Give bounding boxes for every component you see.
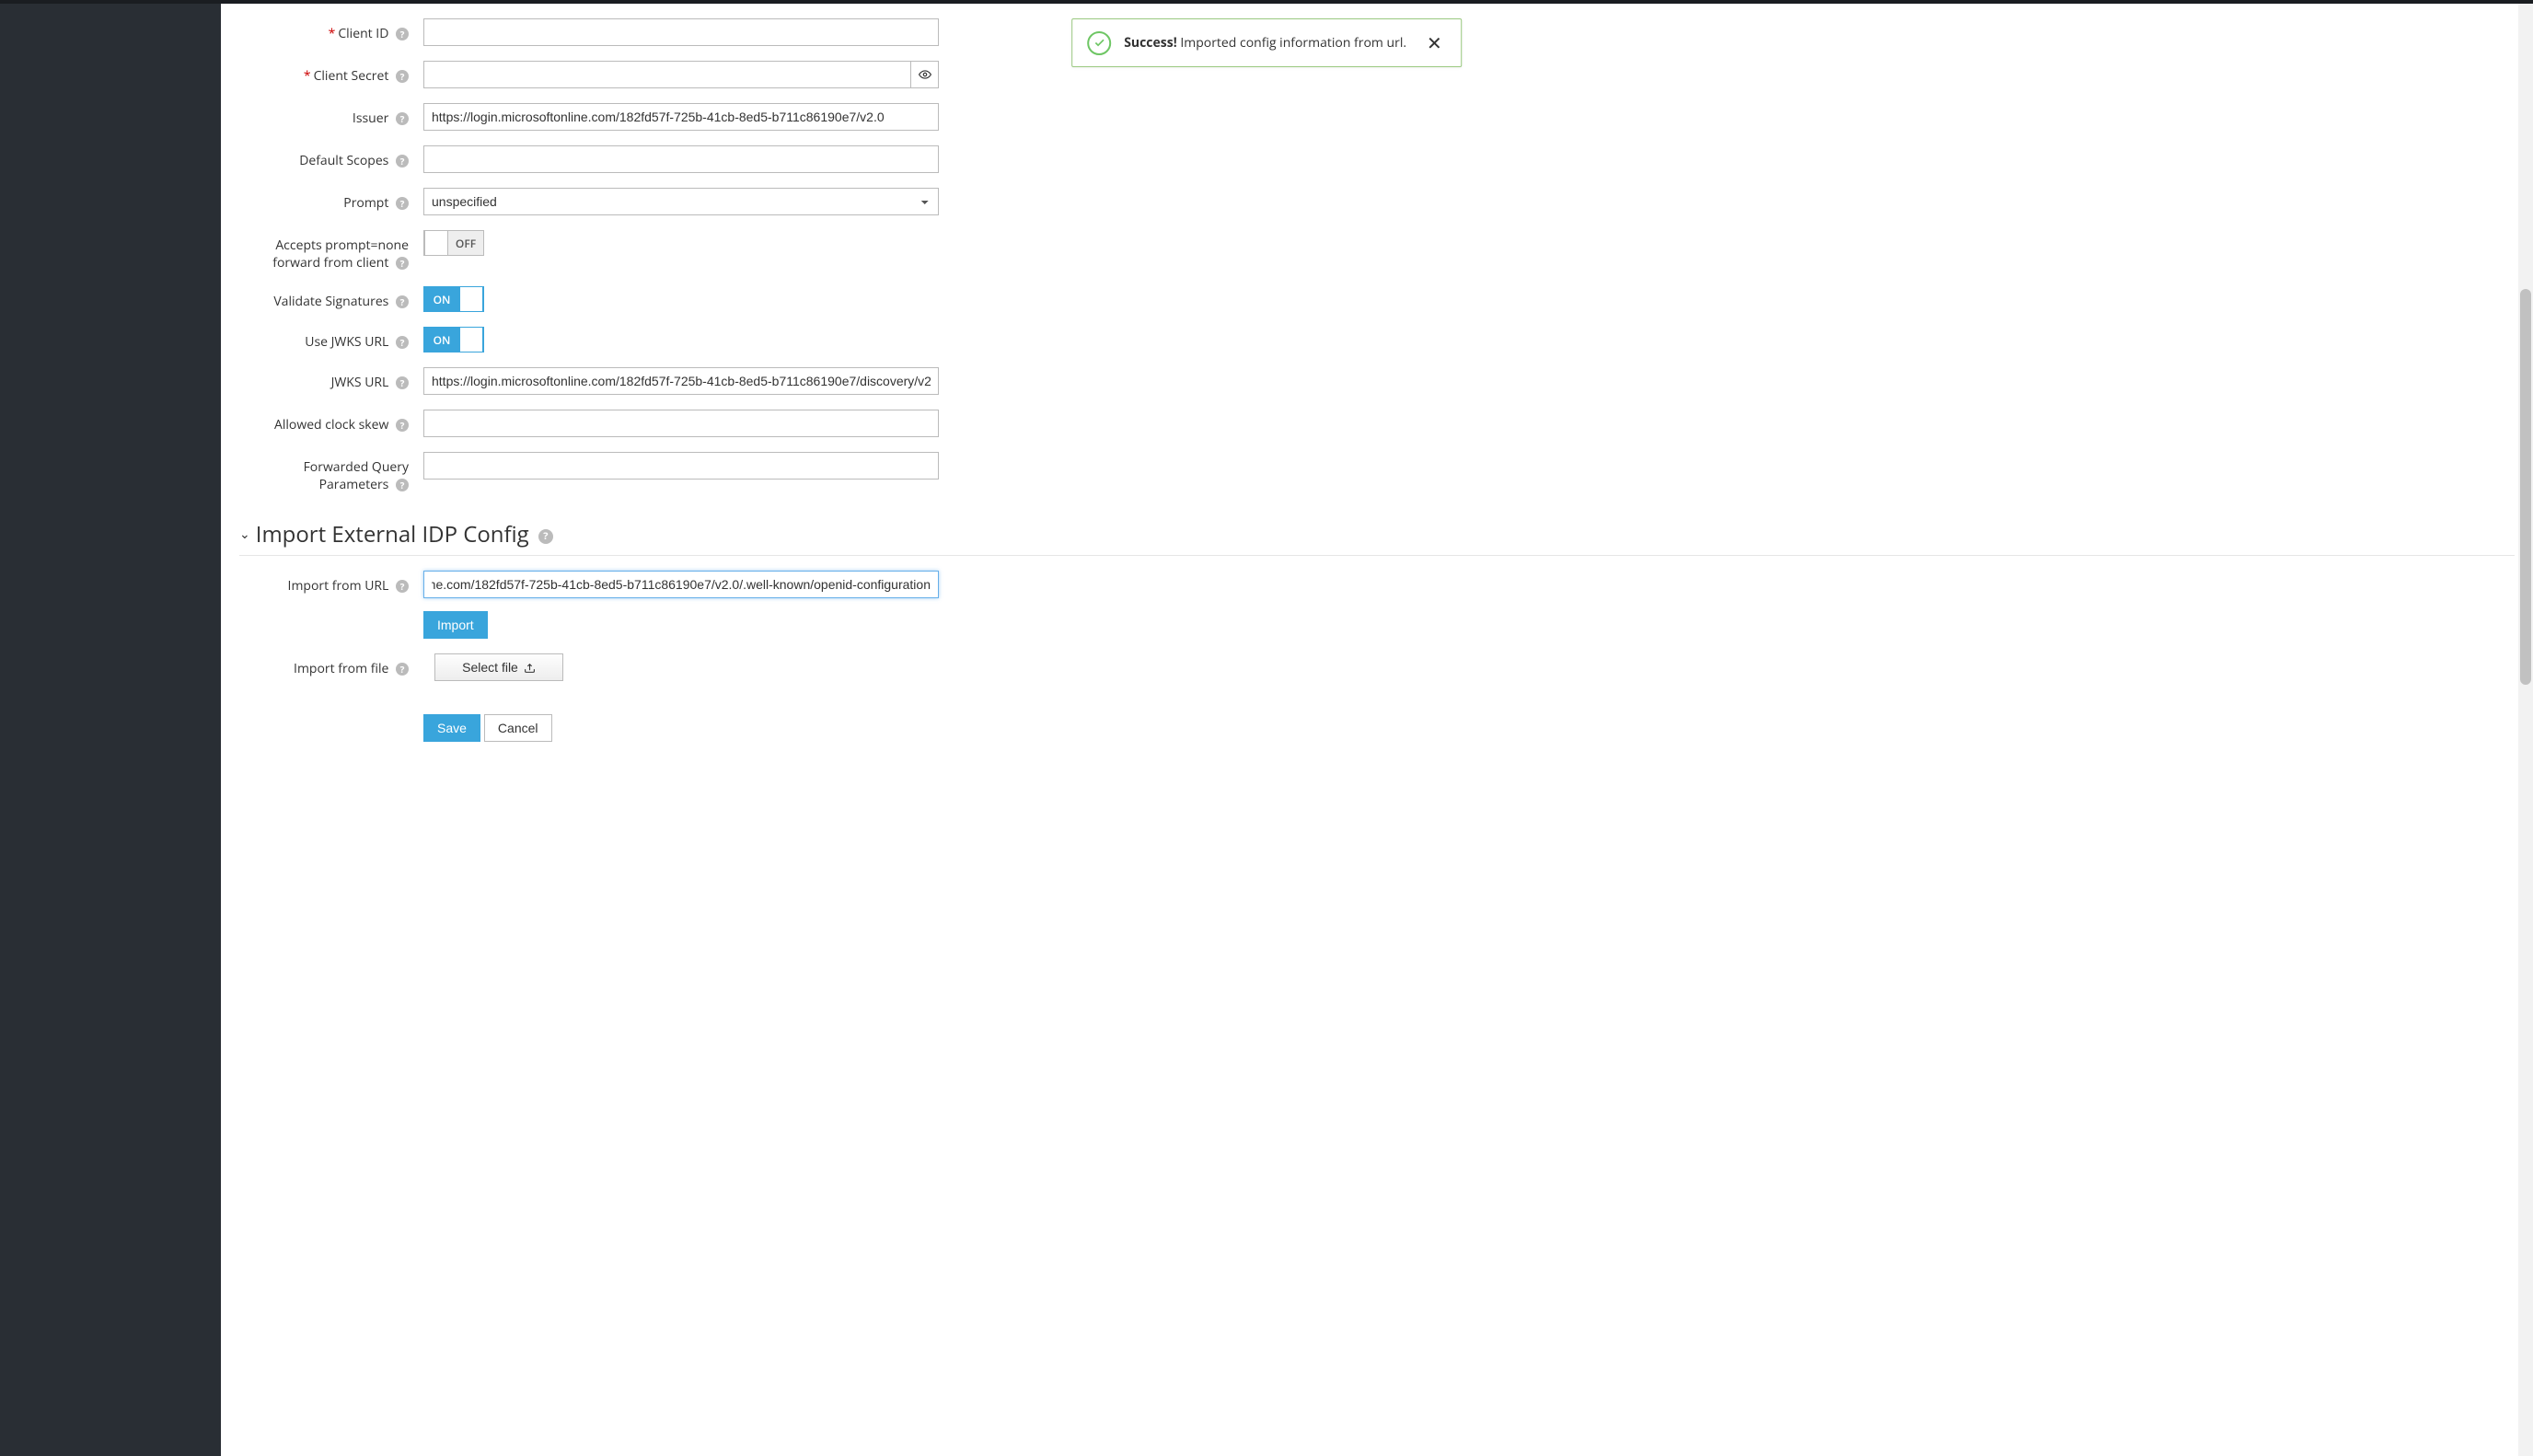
clock-skew-input[interactable] xyxy=(423,410,939,437)
scrollbar-thumb[interactable] xyxy=(2520,289,2531,685)
help-icon[interactable]: ? xyxy=(396,479,409,491)
label-issuer: Issuer ? xyxy=(239,103,423,127)
label-import-file: Import from file ? xyxy=(239,653,423,677)
import-url-input[interactable] xyxy=(423,571,939,598)
label-client-secret: *Client Secret ? xyxy=(239,61,423,85)
help-icon[interactable]: ? xyxy=(538,529,553,544)
field-fwd-query: Forwarded Query Parameters ? xyxy=(239,452,2515,493)
label-default-scopes: Default Scopes ? xyxy=(239,145,423,169)
upload-icon xyxy=(524,662,536,674)
validate-signatures-toggle[interactable]: ON xyxy=(423,286,484,312)
help-icon[interactable]: ? xyxy=(396,155,409,168)
import-button[interactable]: Import xyxy=(423,611,488,639)
field-prompt: Prompt ? unspecified xyxy=(239,188,2515,215)
help-icon[interactable]: ? xyxy=(396,197,409,210)
toggle-handle xyxy=(459,328,483,352)
field-import-file: Import from file ? Select file xyxy=(239,653,2515,681)
label-jwks-url: JWKS URL ? xyxy=(239,367,423,391)
section-import-external-idp[interactable]: ⌄ Import External IDP Config ? xyxy=(239,519,2515,556)
scrollbar[interactable] xyxy=(2518,4,2533,1456)
help-icon[interactable]: ? xyxy=(396,336,409,349)
required-marker: * xyxy=(329,25,336,42)
help-icon[interactable]: ? xyxy=(396,376,409,389)
main-content: *Client ID ? *Client Secret ? Iss xyxy=(221,4,2533,1456)
cancel-button[interactable]: Cancel xyxy=(484,714,552,742)
section-title: Import External IDP Config ? xyxy=(256,519,553,549)
label-use-jwks: Use JWKS URL ? xyxy=(239,327,423,351)
client-secret-input[interactable] xyxy=(423,61,911,88)
help-icon[interactable]: ? xyxy=(396,112,409,125)
field-default-scopes: Default Scopes ? xyxy=(239,145,2515,173)
field-issuer: Issuer ? xyxy=(239,103,2515,131)
toggle-label: ON xyxy=(424,332,459,348)
jwks-url-input[interactable] xyxy=(423,367,939,395)
label-import-url: Import from URL ? xyxy=(239,571,423,595)
field-import-url: Import from URL ? Import xyxy=(239,571,2515,639)
alert-text: Success! Imported config information fro… xyxy=(1124,34,1406,52)
close-icon[interactable]: ✕ xyxy=(1423,30,1446,55)
help-icon[interactable]: ? xyxy=(396,295,409,308)
help-icon[interactable]: ? xyxy=(396,257,409,270)
field-use-jwks: Use JWKS URL ? ON xyxy=(239,327,2515,352)
prompt-select[interactable]: unspecified xyxy=(423,188,939,215)
help-icon[interactable]: ? xyxy=(396,580,409,593)
sidebar xyxy=(0,4,221,1456)
use-jwks-toggle[interactable]: ON xyxy=(423,327,484,352)
field-accepts-prompt: Accepts prompt=none forward from client … xyxy=(239,230,2515,272)
toggle-label: OFF xyxy=(448,236,483,251)
help-icon[interactable]: ? xyxy=(396,419,409,432)
help-icon[interactable]: ? xyxy=(396,70,409,83)
help-icon[interactable]: ? xyxy=(396,663,409,676)
chevron-down-icon: ⌄ xyxy=(239,526,250,543)
action-row: Save Cancel xyxy=(239,696,2515,742)
check-circle-icon xyxy=(1087,31,1111,55)
label-fwd-query: Forwarded Query Parameters ? xyxy=(239,452,423,493)
success-alert: Success! Imported config information fro… xyxy=(1071,18,1462,67)
label-client-id: *Client ID ? xyxy=(239,18,423,42)
field-clock-skew: Allowed clock skew ? xyxy=(239,410,2515,437)
default-scopes-input[interactable] xyxy=(423,145,939,173)
save-button[interactable]: Save xyxy=(423,714,480,742)
label-accepts-prompt: Accepts prompt=none forward from client … xyxy=(239,230,423,272)
toggle-label: ON xyxy=(424,292,459,307)
label-clock-skew: Allowed clock skew ? xyxy=(239,410,423,433)
help-icon[interactable]: ? xyxy=(396,28,409,40)
toggle-handle xyxy=(424,231,448,255)
field-validate-signatures: Validate Signatures ? ON xyxy=(239,286,2515,312)
issuer-input[interactable] xyxy=(423,103,939,131)
label-validate-signatures: Validate Signatures ? xyxy=(239,286,423,310)
accepts-prompt-toggle[interactable]: OFF xyxy=(423,230,484,256)
reveal-secret-icon[interactable] xyxy=(911,61,939,88)
select-file-button[interactable]: Select file xyxy=(434,653,563,681)
client-id-input[interactable] xyxy=(423,18,939,46)
field-jwks-url: JWKS URL ? xyxy=(239,367,2515,395)
fwd-query-input[interactable] xyxy=(423,452,939,480)
required-marker: * xyxy=(304,67,311,85)
label-prompt: Prompt ? xyxy=(239,188,423,212)
toggle-handle xyxy=(459,287,483,311)
